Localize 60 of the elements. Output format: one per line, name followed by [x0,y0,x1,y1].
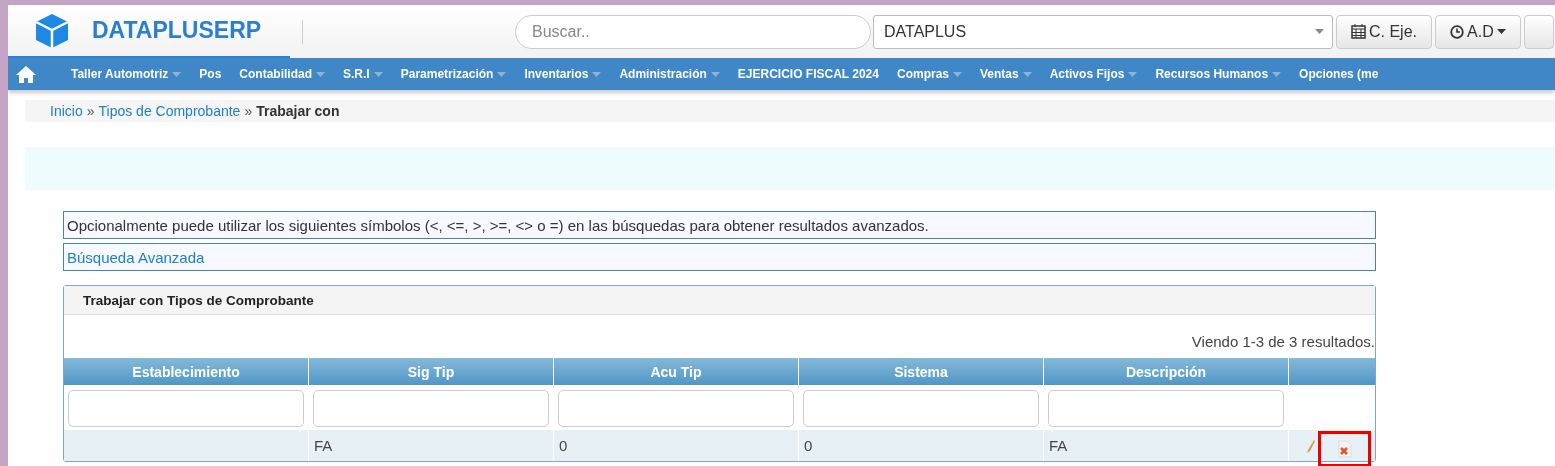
caret-icon [1128,71,1138,77]
caret-icon [953,71,962,77]
nav-menu-item[interactable]: Administración [610,58,729,90]
advanced-search-link[interactable]: Búsqueda Avanzada [63,243,1376,271]
calendar-icon [1351,24,1366,39]
nav-menu-item[interactable]: Inventarios [515,58,611,90]
nav-menu-item[interactable]: EJERCICIO FISCAL 2024 [728,58,888,90]
table-cell: FA [309,430,554,461]
nav-menu-item[interactable]: Recursos Humanos [1146,58,1291,90]
delete-button[interactable] [1318,430,1371,466]
breadcrumb-link[interactable]: Tipos de Comprobante [98,103,241,119]
column-header[interactable]: Descripción [1044,358,1289,385]
search-field[interactable]: Buscar.. [515,14,871,49]
nav-menu-item[interactable]: Ventas [971,58,1041,90]
exercise-button[interactable]: C. Eje. [1336,14,1432,49]
table-cell: 0 [554,430,799,461]
cube-logo-icon [34,12,70,49]
column-header[interactable]: Establecimiento [64,358,309,385]
caret-icon [497,71,507,77]
results-summary: Viendo 1-3 de 3 resultados. [1191,333,1375,350]
breadcrumb-link[interactable]: Inicio [50,103,83,119]
filter-field[interactable] [1048,390,1284,427]
caret-icon [1022,71,1032,77]
clock-icon [1450,24,1464,39]
column-header[interactable]: Sistema [799,358,1044,385]
nav-menu-item[interactable]: Parametrización [391,58,516,90]
filter-field[interactable] [803,390,1039,427]
caret-icon [316,71,326,77]
column-header[interactable]: Acu Tip [554,358,799,385]
panel-title: Trabajar con Tipos de Comprobante [64,286,1375,315]
table-cell: 0 [799,430,1044,461]
nav-menu-item[interactable]: Compras [888,58,971,90]
nav-menu-item[interactable]: Opciones (me [1290,58,1388,90]
breadcrumb-separator: » [244,103,253,119]
toolbar-button[interactable] [1523,14,1554,49]
company-select[interactable]: DATAPLUS [873,14,1333,49]
caret-icon [592,71,602,77]
caret-icon [710,71,720,77]
caret-icon [172,71,182,77]
caret-icon [1315,29,1324,34]
search-hint-text: Opcionalmente puede utilizar los siguientes símbolos (<, <=, >, >=, <> o =) en las búsquedas para obtener resultados avanzados. [63,211,1376,239]
caret-icon [1496,29,1506,34]
breadcrumb-separator: » [86,103,95,119]
caret-icon [373,71,383,77]
nav-menu-item[interactable]: Contabilidad [230,58,335,90]
filter-field[interactable] [313,390,549,427]
nav-menu-item[interactable]: Activos Fijos [1040,58,1147,90]
pencil-icon[interactable] [1306,438,1316,453]
nav-menu-item[interactable]: Taller Automotriz [62,58,191,90]
filter-field[interactable] [68,390,304,427]
nav-menu-item[interactable]: Pos [190,58,231,90]
delete-icon [1336,439,1353,458]
user-menu-button[interactable]: A.D [1435,14,1521,49]
filter-field[interactable] [558,390,794,427]
table-cell: FA [1044,430,1289,461]
brand-name: DATAPLUSERP [92,17,262,44]
nav-menu-item[interactable]: S.R.I [334,58,392,90]
breadcrumb-current: Trabajar con [256,103,340,119]
column-header[interactable]: Sig Tip [309,358,554,385]
caret-icon [1272,71,1282,77]
